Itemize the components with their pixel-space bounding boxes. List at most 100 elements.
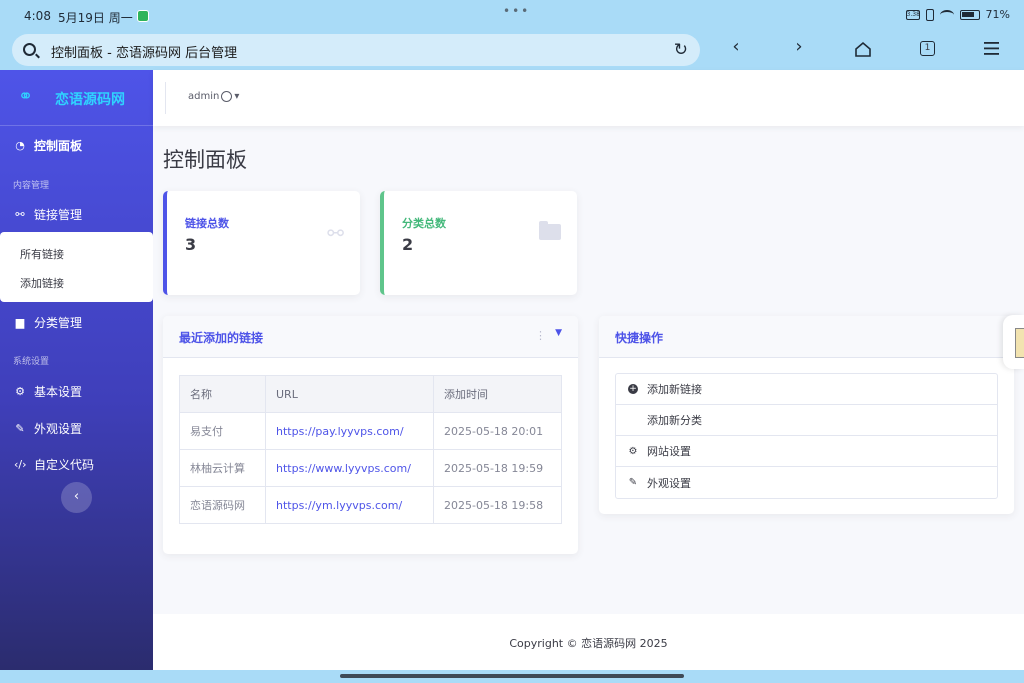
recent-links-card: 最近添加的链接 ⋮ ▼ 名称 URL 添加时间 易支付 https://pay.…: [163, 316, 578, 554]
topbar-divider: [165, 82, 166, 114]
sidebar-brand[interactable]: ⚭ 恋语源码网: [0, 70, 153, 126]
quick-actions-card: 快捷操作 + 添加新链接 添加新分类 ⚙ 网站设置 ✎ 外观设置: [599, 316, 1014, 514]
user-circle-icon: [221, 91, 233, 102]
sidebar-item-basic-settings[interactable]: ⚙ 基本设置: [14, 383, 82, 400]
table-row: 林柚云计算 https://www.lyyvps.com/ 2025-05-18…: [179, 449, 562, 487]
quick-action-add-category[interactable]: 添加新分类: [616, 405, 997, 436]
cell-url-link[interactable]: https://ym.lyyvps.com/: [265, 486, 434, 524]
column-header-time: 添加时间: [433, 375, 562, 413]
folder-icon: ▆: [15, 316, 25, 329]
footer: Copyright © 恋语源码网 2025: [153, 614, 1024, 670]
quick-action-appearance[interactable]: ✎ 外观设置: [616, 467, 997, 498]
copyright-text: Copyright © 恋语源码网 2025: [509, 637, 668, 650]
battery-icon: [959, 9, 980, 20]
more-vertical-icon[interactable]: ⋮: [535, 329, 546, 342]
stat-card-categories: 分类总数 2: [380, 191, 577, 295]
column-header-url: URL: [265, 375, 434, 413]
folder-icon: [539, 221, 561, 240]
page-title: 控制面板: [163, 148, 247, 172]
sidebar-item-label: 分类管理: [34, 316, 83, 330]
cell-time: 2025-05-18 19:59: [433, 449, 562, 487]
sidebar-item-categories[interactable]: ▆ 分类管理: [14, 314, 82, 331]
card-title: 快捷操作: [615, 331, 664, 345]
section-heading-content: 内容管理: [13, 181, 50, 191]
code-icon: ‹/›: [14, 458, 27, 471]
quick-action-site-settings[interactable]: ⚙ 网站设置: [616, 436, 997, 467]
caret-down-icon: ▾: [234, 91, 240, 102]
floating-side-tab[interactable]: [1003, 315, 1024, 369]
tab-count-button[interactable]: 1: [920, 41, 935, 56]
paint-brush-icon: ✎: [15, 422, 25, 435]
stat-card-links: 链接总数 3 ⚯: [163, 191, 360, 295]
link-logo-icon: ⚭: [18, 86, 34, 107]
quick-action-label: 外观设置: [647, 476, 691, 490]
sidebar-item-links[interactable]: ⚯ 链接管理: [14, 206, 82, 223]
sidebar-item-label: 基本设置: [34, 385, 83, 399]
reload-icon[interactable]: ↻: [674, 40, 688, 60]
topbar: admin ▾: [153, 70, 1024, 126]
sidebar-toggle-button[interactable]: ‹: [61, 482, 92, 513]
card-title: 最近添加的链接: [179, 331, 264, 345]
wifi-icon: [939, 9, 954, 20]
cell-name: 恋语源码网: [179, 486, 266, 524]
section-heading-system: 系统设置: [13, 357, 50, 367]
address-text[interactable]: 控制面板 - 恋语源码网 后台管理: [51, 42, 237, 61]
card-header: 最近添加的链接 ⋮ ▼: [163, 316, 578, 358]
cell-name: 易支付: [179, 412, 266, 450]
status-bar: 4:08 5月19日 周一 ••• 3.38 71%: [0, 0, 1024, 32]
paint-brush-icon: ✎: [628, 477, 638, 488]
sidebar: ⚭ 恋语源码网 ◔ 控制面板 内容管理 ⚯ 链接管理 所有链接 添加链接 ▆ 分…: [0, 70, 153, 670]
cell-time: 2025-05-18 19:58: [433, 486, 562, 524]
bottom-gesture-bar: [0, 670, 1024, 683]
signal-icon: 3.38: [905, 9, 920, 20]
sidebar-item-label: 控制面板: [34, 139, 83, 153]
brand-name: 恋语源码网: [55, 92, 125, 108]
cell-url-link[interactable]: https://pay.lyyvps.com/: [265, 412, 434, 450]
link-icon: ⚯: [15, 208, 25, 221]
back-button[interactable]: ‹: [724, 36, 748, 57]
links-submenu: 所有链接 添加链接: [0, 232, 153, 302]
gear-icon: ⚙: [15, 385, 25, 398]
cell-url-link[interactable]: https://www.lyyvps.com/: [265, 449, 434, 487]
menu-icon[interactable]: [984, 42, 999, 55]
stat-value: 2: [402, 235, 414, 254]
forward-button[interactable]: ›: [787, 36, 811, 57]
cell-name: 林柚云计算: [179, 449, 266, 487]
phone-icon: [925, 8, 934, 21]
column-header-name: 名称: [179, 375, 266, 413]
user-dropdown[interactable]: admin ▾: [188, 91, 239, 102]
cell-time: 2025-05-18 20:01: [433, 412, 562, 450]
table-row: 恋语源码网 https://ym.lyyvps.com/ 2025-05-18 …: [179, 486, 562, 524]
status-icons: 3.38 71%: [905, 8, 1010, 21]
status-time: 4:08: [24, 9, 51, 23]
sidebar-item-dashboard[interactable]: ◔ 控制面板: [14, 137, 82, 154]
sidebar-item-appearance[interactable]: ✎ 外观设置: [14, 420, 82, 437]
stat-value: 3: [185, 235, 197, 254]
sidebar-item-custom-code[interactable]: ‹/› 自定义代码: [14, 456, 94, 473]
plus-circle-icon: +: [628, 384, 638, 394]
tachometer-icon: ◔: [15, 139, 25, 152]
home-indicator[interactable]: [340, 674, 684, 678]
search-icon: [23, 43, 36, 56]
link-icon: ⚯: [327, 221, 344, 245]
username: admin: [188, 91, 220, 102]
table-header-row: 名称 URL 添加时间: [179, 375, 562, 413]
home-icon[interactable]: [854, 41, 872, 57]
multitask-dots[interactable]: •••: [503, 4, 530, 18]
stat-label: 链接总数: [185, 217, 229, 230]
recent-links-table: 名称 URL 添加时间 易支付 https://pay.lyyvps.com/ …: [179, 375, 562, 524]
battery-percent: 71%: [985, 8, 1010, 21]
sidebar-item-label: 链接管理: [34, 208, 83, 222]
submenu-item-add-link[interactable]: 添加链接: [20, 275, 64, 291]
table-row: 易支付 https://pay.lyyvps.com/ 2025-05-18 2…: [179, 412, 562, 450]
quick-actions-list: + 添加新链接 添加新分类 ⚙ 网站设置 ✎ 外观设置: [615, 373, 998, 499]
quick-action-add-link[interactable]: + 添加新链接: [616, 374, 997, 405]
card-header: 快捷操作: [599, 316, 1014, 358]
quick-action-label: 添加新分类: [647, 414, 702, 427]
address-bar[interactable]: 控制面板 - 恋语源码网 后台管理 ↻: [12, 34, 700, 66]
sidebar-item-label: 外观设置: [34, 422, 83, 436]
caret-down-icon[interactable]: ▼: [555, 328, 562, 338]
submenu-item-all-links[interactable]: 所有链接: [20, 246, 64, 262]
app-notification-icon: [137, 10, 149, 22]
gear-icon: ⚙: [628, 445, 638, 457]
